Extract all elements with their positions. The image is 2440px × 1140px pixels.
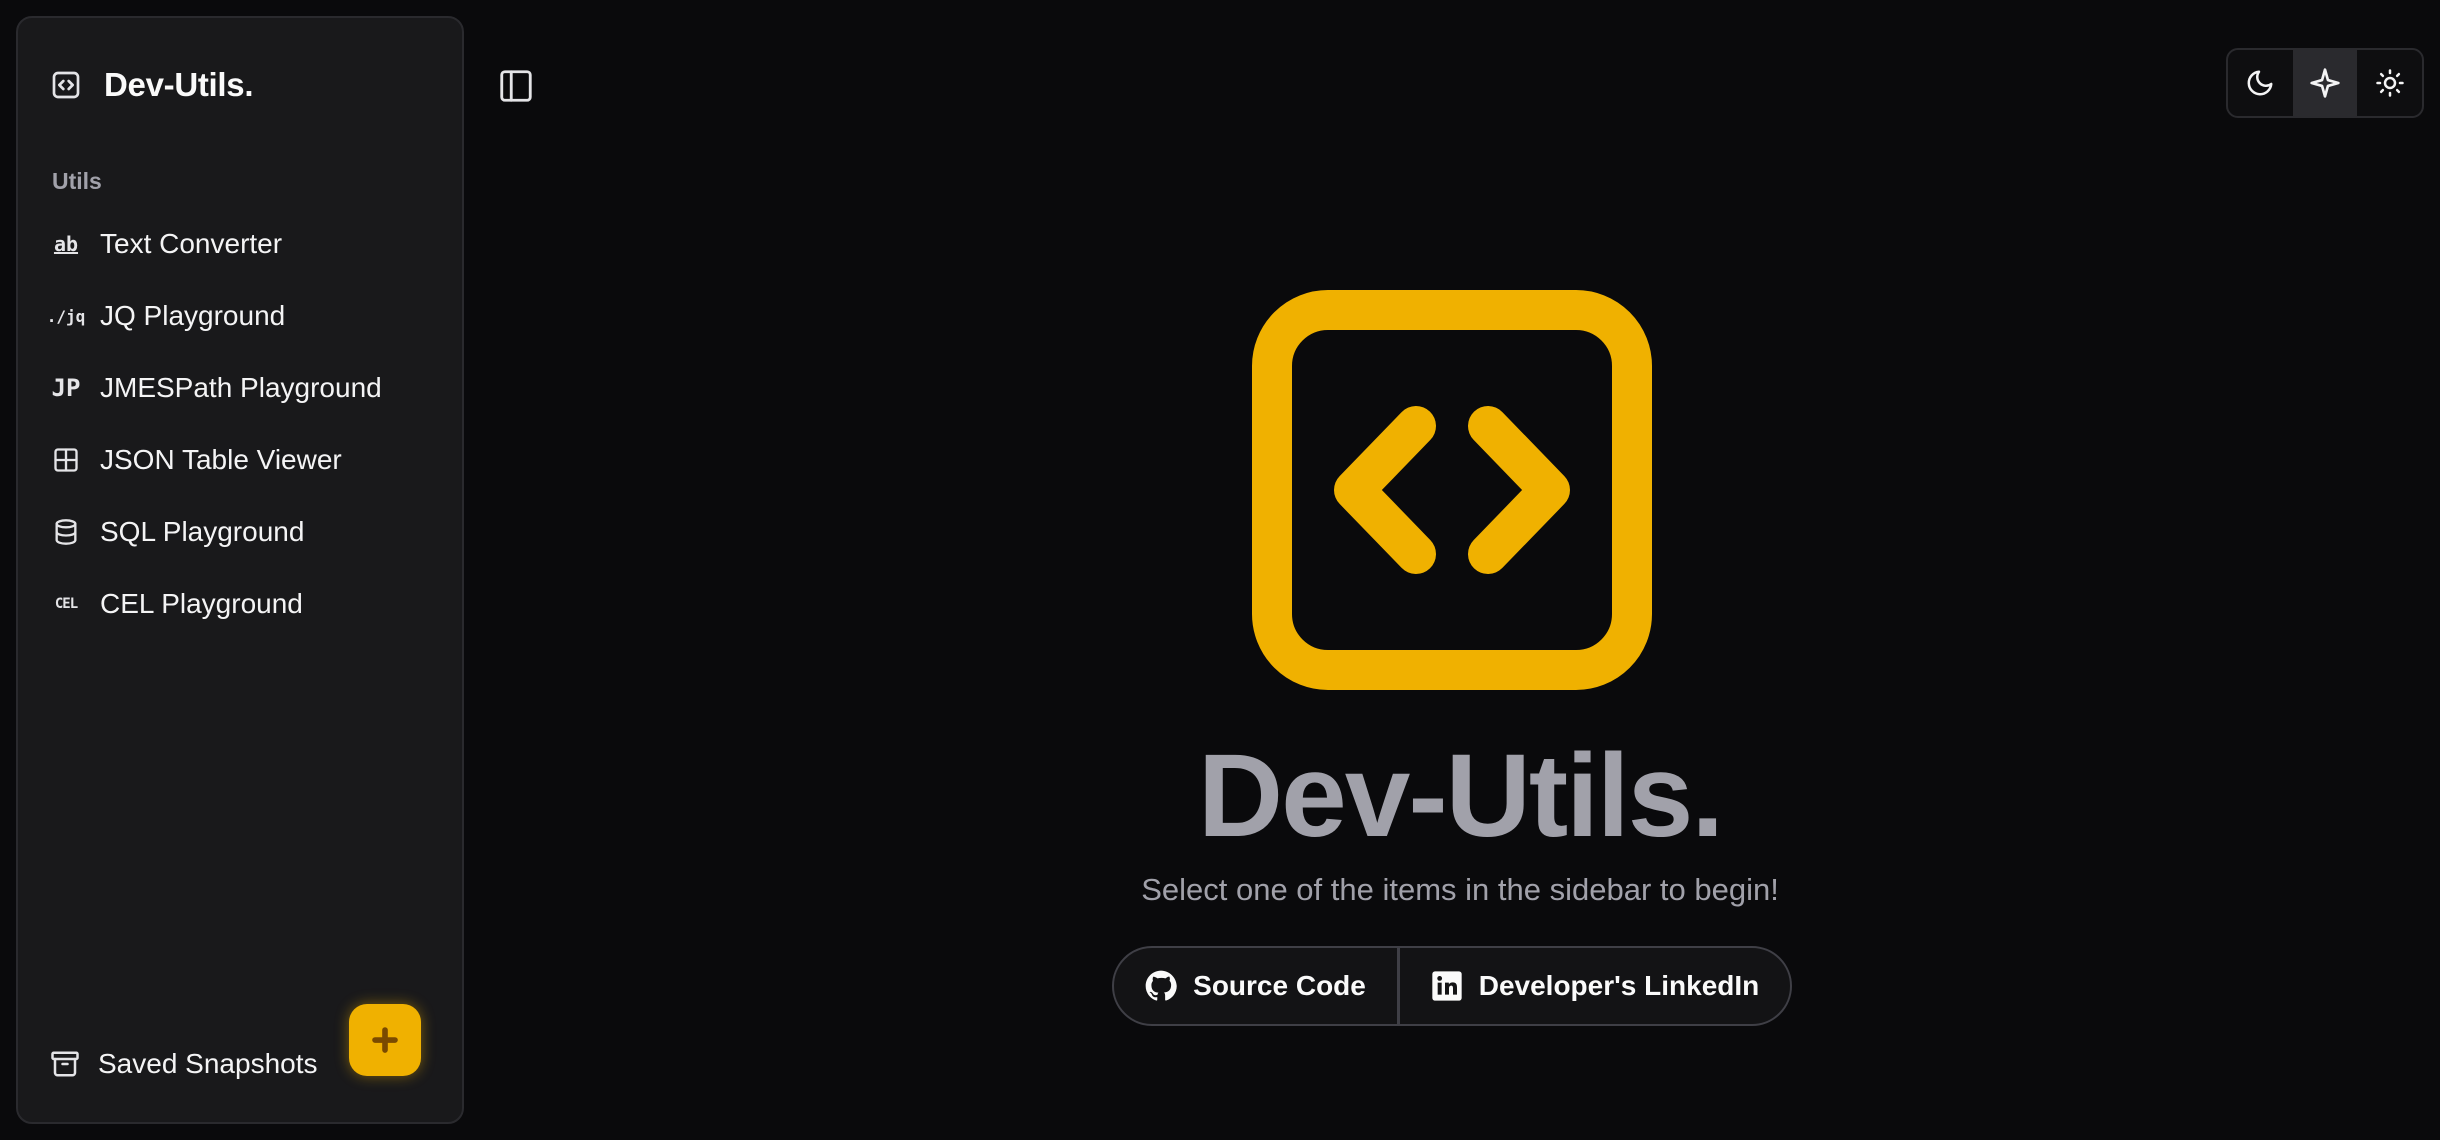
- sidebar-item-label: JQ Playground: [100, 300, 286, 331]
- sidebar-item-text-converter[interactable]: ab Text Converter: [18, 208, 462, 280]
- page-subtitle: Select one of the items in the sidebar t…: [1141, 872, 1779, 907]
- plus-icon: [370, 1025, 400, 1055]
- theme-switcher: [2226, 48, 2424, 118]
- sidebar-item-label: JSON Table Viewer: [100, 444, 342, 475]
- sidebar-brand[interactable]: Dev-Utils.: [50, 66, 254, 104]
- saved-snapshots-link[interactable]: Saved Snapshots: [50, 1048, 318, 1080]
- sidebar-item-cel-playground[interactable]: CEL CEL Playground: [18, 568, 462, 640]
- linkedin-label: Developer's LinkedIn: [1478, 970, 1760, 1001]
- table-icon: [50, 444, 82, 476]
- cel-icon: CEL: [54, 596, 78, 612]
- archive-icon: [50, 1049, 80, 1079]
- sidebar-toggle-button[interactable]: [492, 62, 540, 110]
- section-label-utils: Utils: [52, 168, 102, 194]
- moon-icon: [2245, 68, 2275, 98]
- sidebar-item-label: JMESPath Playground: [100, 372, 382, 403]
- theme-system-button[interactable]: [2292, 50, 2358, 116]
- theme-light-button[interactable]: [2357, 50, 2422, 116]
- jq-icon: ./jq: [46, 306, 86, 326]
- saved-snapshots-label: Saved Snapshots: [98, 1048, 318, 1079]
- sidebar-item-label: CEL Playground: [100, 588, 303, 619]
- jmespath-icon: JP: [51, 374, 81, 402]
- sidebar-item-label: SQL Playground: [100, 516, 305, 547]
- app-root: Dev-Utils. Utils ab Text Converter ./jq …: [0, 0, 2440, 1140]
- theme-dark-button[interactable]: [2228, 50, 2293, 116]
- sidebar: Dev-Utils. Utils ab Text Converter ./jq …: [16, 16, 464, 1124]
- brand-name: Dev-Utils.: [104, 66, 254, 103]
- database-icon: [50, 516, 82, 548]
- page-title: Dev-Utils.: [1197, 730, 1724, 862]
- sidebar-toggle-icon: [497, 67, 535, 105]
- linkedin-button[interactable]: Developer's LinkedIn: [1400, 948, 1790, 1024]
- sparkle-icon: [2309, 67, 2341, 99]
- code-bracket-icon: [50, 69, 82, 101]
- sidebar-item-jq-playground[interactable]: ./jq JQ Playground: [18, 280, 462, 352]
- sidebar-nav: ab Text Converter ./jq JQ Playground JP …: [18, 208, 462, 640]
- text-converter-icon: ab: [53, 232, 79, 256]
- source-code-button[interactable]: Source Code: [1114, 948, 1400, 1024]
- add-snapshot-button[interactable]: [349, 1004, 421, 1076]
- hero-logo-icon: [1252, 290, 1652, 690]
- source-code-label: Source Code: [1193, 970, 1366, 1001]
- sun-icon: [2375, 68, 2405, 98]
- sidebar-item-jmespath-playground[interactable]: JP JMESPath Playground: [18, 352, 462, 424]
- sidebar-item-json-table-viewer[interactable]: JSON Table Viewer: [18, 424, 462, 496]
- sidebar-item-label: Text Converter: [100, 228, 283, 259]
- linkedin-icon: [1431, 970, 1463, 1002]
- external-links: Source Code Developer's LinkedIn: [1112, 946, 1792, 1026]
- sidebar-item-sql-playground[interactable]: SQL Playground: [18, 496, 462, 568]
- github-icon: [1145, 970, 1177, 1002]
